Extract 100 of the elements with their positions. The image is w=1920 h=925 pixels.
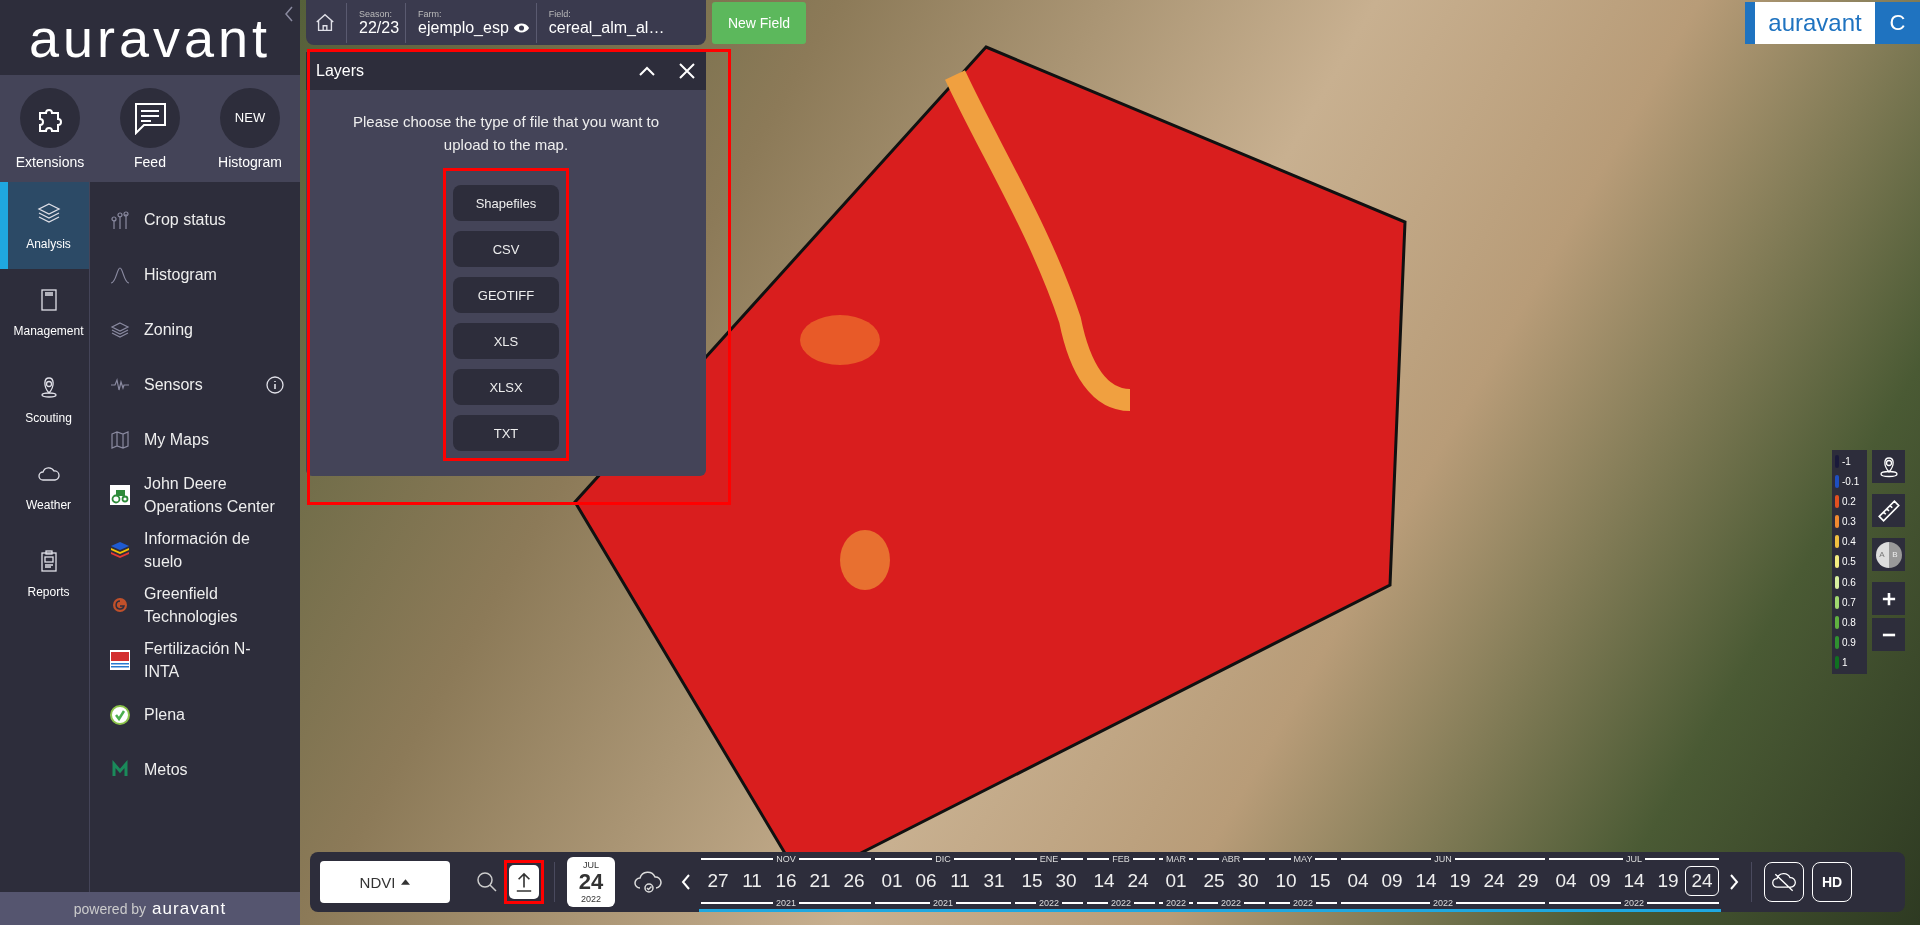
date-item[interactable]: 26: [837, 866, 871, 895]
date-badge[interactable]: JUL 24 2022: [567, 857, 615, 907]
chevron-right-icon[interactable]: [1729, 874, 1739, 890]
breadcrumb-item[interactable]: Season: 22/23: [346, 2, 406, 43]
menu-item[interactable]: Sensors: [90, 357, 300, 412]
check-leaf-logo-icon: [110, 704, 130, 725]
location-pin-button[interactable]: [1872, 450, 1905, 483]
date-item[interactable]: 19: [1443, 866, 1477, 895]
menu-item[interactable]: Metos: [90, 742, 300, 797]
ruler-button[interactable]: [1872, 494, 1905, 527]
date-item[interactable]: 15: [1015, 866, 1049, 895]
section-tab[interactable]: Scouting: [0, 356, 89, 443]
menu-item[interactable]: Histogram: [90, 247, 300, 302]
close-icon[interactable]: [678, 62, 696, 80]
breadcrumb-item[interactable]: Field: cereal_alm_al…: [535, 2, 671, 43]
year-label: 2022: [1166, 897, 1186, 908]
compare-button[interactable]: A B: [1872, 538, 1905, 571]
zoom-in-button[interactable]: [1872, 582, 1905, 615]
section-tab[interactable]: Analysis: [0, 182, 89, 269]
breadcrumb-item[interactable]: Farm: ejemplo_esp: [405, 2, 536, 43]
menu-item[interactable]: Plena: [90, 687, 300, 742]
file-type-button[interactable]: Shapefiles: [453, 185, 559, 221]
account-letter[interactable]: C: [1875, 2, 1920, 44]
year-label: 2021: [933, 897, 953, 908]
date-item[interactable]: 11: [943, 866, 977, 895]
zoom-out-button[interactable]: [1872, 618, 1905, 651]
hd-button[interactable]: HD: [1812, 862, 1852, 902]
date-item[interactable]: 30: [1231, 866, 1265, 895]
year-label: 2022: [1221, 897, 1241, 908]
plant-icon: [110, 209, 130, 230]
plus-icon: [1881, 591, 1896, 606]
cloud-check-icon[interactable]: [633, 870, 663, 894]
menu-item[interactable]: Fertilización N-INTA: [90, 632, 300, 687]
date-item[interactable]: 06: [909, 866, 943, 895]
date-item[interactable]: 21: [803, 866, 837, 895]
file-type-button[interactable]: CSV: [453, 231, 559, 267]
cloud-off-icon: [1771, 871, 1797, 893]
date-item[interactable]: 16: [769, 866, 803, 895]
date-item[interactable]: 14: [1617, 866, 1651, 895]
menu-item[interactable]: My Maps: [90, 412, 300, 467]
legend-value: 0.2: [1842, 496, 1856, 508]
menu-item[interactable]: Greenfield Technologies: [90, 577, 300, 632]
quick-action[interactable]: Feed: [100, 87, 200, 170]
chevron-up-icon[interactable]: [638, 65, 656, 77]
quick-action[interactable]: Extensions: [0, 87, 100, 170]
date-item[interactable]: 30: [1049, 866, 1083, 895]
month-label: JUL: [1626, 853, 1642, 864]
file-type-button[interactable]: XLSX: [453, 369, 559, 405]
quick-action[interactable]: NEW Histogram: [200, 87, 300, 170]
brand-logo: auravant: [28, 6, 272, 69]
date-item[interactable]: 01: [1159, 866, 1193, 895]
date-item[interactable]: 15: [1303, 866, 1337, 895]
ruler-icon: [1875, 497, 1902, 524]
layer-dropdown[interactable]: NDVI: [320, 861, 450, 903]
section-tab[interactable]: Weather: [0, 443, 89, 530]
date-item[interactable]: 24: [1121, 866, 1155, 895]
date-item[interactable]: 10: [1269, 866, 1303, 895]
stacked-layers-logo-icon: [110, 539, 130, 560]
home-icon[interactable]: [314, 11, 336, 34]
date-item[interactable]: 09: [1583, 866, 1617, 895]
date-item[interactable]: 19: [1651, 866, 1685, 895]
menu-item[interactable]: Crop status: [90, 192, 300, 247]
month-label: MAY: [1293, 853, 1313, 864]
info-icon[interactable]: [266, 375, 284, 394]
date-item[interactable]: 24: [1685, 865, 1719, 896]
brand-logo: auravant: [1755, 2, 1875, 44]
section-tab[interactable]: Management: [0, 269, 89, 356]
month-label: JUN: [1434, 853, 1452, 864]
date-item[interactable]: 27: [701, 866, 735, 895]
date-item[interactable]: 29: [1511, 866, 1545, 895]
date-item[interactable]: 01: [875, 866, 909, 895]
menu-item[interactable]: John Deere Operations Center: [90, 467, 300, 522]
date-item[interactable]: 14: [1409, 866, 1443, 895]
eye-icon[interactable]: [512, 21, 530, 34]
date-item[interactable]: 14: [1087, 866, 1121, 895]
year-label: 2022: [1624, 897, 1644, 908]
menu-item[interactable]: Zoning: [90, 302, 300, 357]
date-item[interactable]: 25: [1197, 866, 1231, 895]
date-item[interactable]: 11: [735, 866, 769, 895]
date-item[interactable]: 24: [1477, 866, 1511, 895]
year-label: 2022: [1039, 897, 1059, 908]
search-icon[interactable]: [476, 871, 498, 893]
date-item[interactable]: 09: [1375, 866, 1409, 895]
date-item[interactable]: 31: [977, 866, 1011, 895]
month-label: MAR: [1166, 853, 1186, 864]
legend-value: 0.7: [1842, 596, 1856, 608]
file-type-button[interactable]: GEOTIFF: [453, 277, 559, 313]
file-type-button[interactable]: XLS: [453, 323, 559, 359]
legend-value: 0.5: [1842, 556, 1856, 568]
date-item[interactable]: 04: [1341, 866, 1375, 895]
date-item[interactable]: 04: [1549, 866, 1583, 895]
caret-up-icon: [401, 879, 411, 885]
file-type-button[interactable]: TXT: [453, 415, 559, 451]
cloud-off-button[interactable]: [1764, 862, 1804, 902]
breadcrumb-label: Farm:: [418, 8, 443, 19]
section-tab[interactable]: Reports: [0, 530, 89, 617]
year-label: 2021: [776, 897, 796, 908]
new-label: NEW: [234, 110, 266, 125]
upload-icon: [515, 871, 533, 893]
menu-item[interactable]: Información de suelo: [90, 522, 300, 577]
